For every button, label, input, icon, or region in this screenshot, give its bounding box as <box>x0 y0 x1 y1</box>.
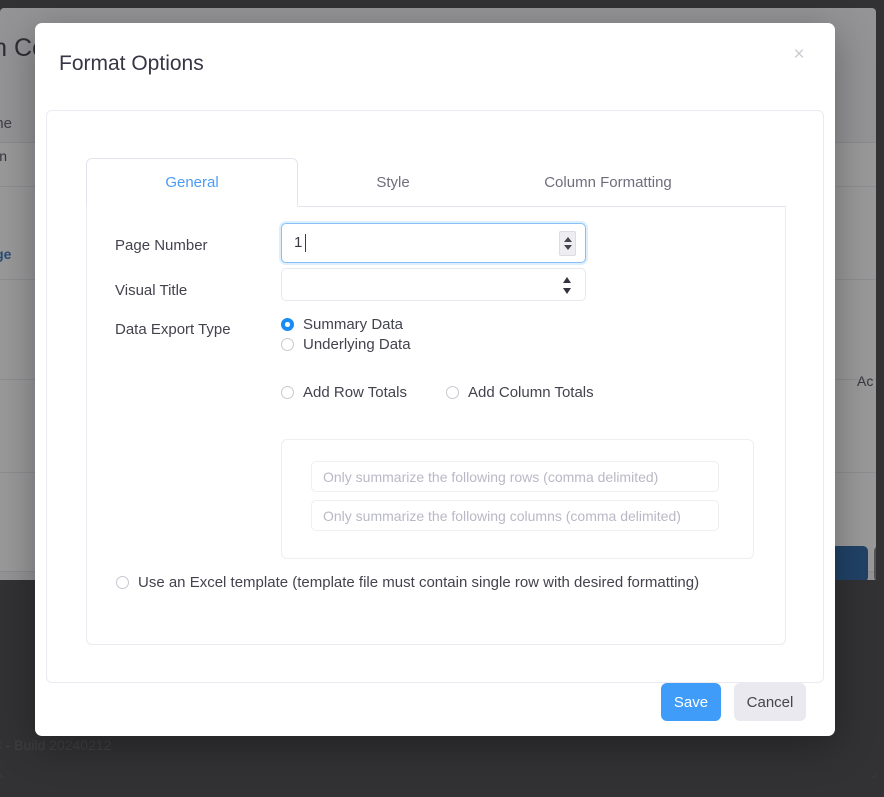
format-options-dialog: Format Options × General Style Column Fo… <box>35 23 835 736</box>
tab-bar: General Style Column Formatting <box>86 158 786 207</box>
radio-summary-data-label: Summary Data <box>303 316 404 333</box>
close-icon[interactable]: × <box>786 42 812 68</box>
radio-icon[interactable] <box>116 576 129 589</box>
radio-use-excel-template-label: Use an Excel template (template file mus… <box>138 574 700 591</box>
tab-general[interactable]: General <box>86 158 298 207</box>
tab-column-formatting[interactable]: Column Formatting <box>488 158 728 207</box>
radio-use-excel-template[interactable]: Use an Excel template (template file mus… <box>116 573 699 592</box>
general-tab-panel: Page Number 1 Visual Title Data Export T… <box>86 207 786 645</box>
summarize-rows-input[interactable] <box>311 461 719 492</box>
radio-icon[interactable] <box>281 318 294 331</box>
radio-add-row-totals-label: Add Row Totals <box>303 384 407 401</box>
dialog-footer: Save Cancel <box>35 683 835 736</box>
page-number-value: 1 <box>294 234 303 251</box>
caret-up-icon[interactable] <box>564 237 572 242</box>
radio-summary-data[interactable]: Summary Data <box>281 315 403 334</box>
page-number-label: Page Number <box>115 237 208 254</box>
dialog-title: Format Options <box>59 52 204 75</box>
text-caret <box>305 234 306 252</box>
tab-style[interactable]: Style <box>298 158 488 207</box>
dialog-body: General Style Column Formatting Page Num… <box>46 110 824 683</box>
radio-add-row-totals[interactable]: Add Row Totals <box>281 383 407 402</box>
chevron-updown-icon <box>563 277 572 294</box>
caret-down-icon[interactable] <box>564 245 572 250</box>
radio-icon[interactable] <box>446 386 459 399</box>
radio-icon[interactable] <box>281 386 294 399</box>
summarize-panel <box>281 439 754 559</box>
radio-icon[interactable] <box>281 338 294 351</box>
page-number-stepper[interactable] <box>559 231 576 256</box>
visual-title-label: Visual Title <box>115 282 188 299</box>
visual-title-select[interactable] <box>281 268 586 301</box>
page-root: Destination Configuration Name Destinati… <box>0 0 884 797</box>
summarize-columns-input[interactable] <box>311 500 719 531</box>
cancel-button[interactable]: Cancel <box>734 683 806 721</box>
page-number-input[interactable]: 1 <box>281 223 586 263</box>
radio-add-column-totals-label: Add Column Totals <box>468 384 594 401</box>
dialog-header: Format Options × <box>35 23 835 107</box>
data-export-type-label: Data Export Type <box>115 321 231 338</box>
save-button[interactable]: Save <box>661 683 721 721</box>
radio-add-column-totals[interactable]: Add Column Totals <box>446 383 596 402</box>
radio-underlying-data[interactable]: Underlying Data <box>281 335 411 354</box>
radio-underlying-data-label: Underlying Data <box>303 336 411 353</box>
